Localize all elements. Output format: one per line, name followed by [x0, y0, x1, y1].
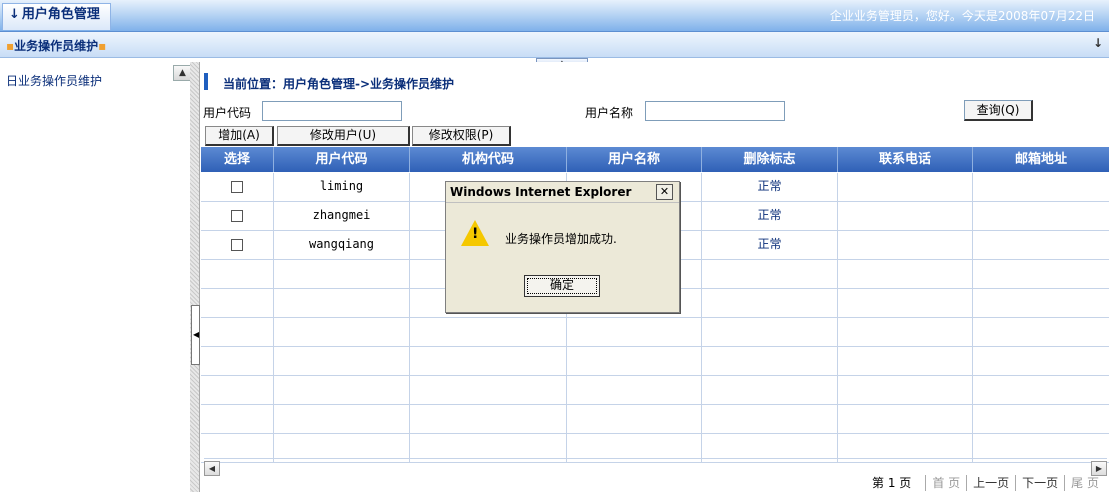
query-button[interactable]: 查询(Q)	[964, 100, 1033, 121]
bullet-icon: ▪	[98, 39, 107, 53]
cell-user-code: zhangmei	[274, 202, 410, 230]
page-indicator: 第 1 页	[872, 476, 912, 490]
column-header-org-code[interactable]: 机构代码	[410, 147, 567, 172]
module-tab-label: 用户角色管理	[21, 7, 100, 22]
table-row-empty	[201, 405, 1109, 434]
down-arrow-icon: ↓	[9, 7, 20, 22]
cell-email	[973, 231, 1109, 259]
sidebar: 日业务操作员维护	[0, 62, 191, 492]
add-button[interactable]: 增加(A)	[205, 126, 274, 146]
location-marker	[204, 73, 208, 90]
filter-bar: 用户代码 用户名称 查询(Q)	[201, 100, 1109, 123]
cell-phone	[838, 202, 973, 230]
greeting-text: 企业业务管理员，您好。今天是2008年07月22日	[829, 9, 1095, 23]
ok-button[interactable]: 确定	[524, 275, 600, 297]
table-row-empty	[201, 347, 1109, 376]
modify-user-button[interactable]: 修改用户(U)	[277, 126, 410, 146]
prev-page-button[interactable]: 上一页	[966, 475, 1015, 491]
modify-permission-button[interactable]: 修改权限(P)	[412, 126, 511, 146]
module-tab[interactable]: ↓ 用户角色管理	[2, 3, 111, 30]
alert-dialog: Windows Internet Explorer ✕ ! 业务操作员增加成功.…	[445, 181, 680, 313]
dialog-titlebar: Windows Internet Explorer ✕	[446, 182, 679, 203]
cell-delete-flag: 正常	[702, 202, 838, 230]
location-text: 当前位置：用户角色管理->业务操作员维护	[223, 77, 455, 91]
top-header-bar: ↓ 用户角色管理 企业业务管理员，您好。今天是2008年07月22日	[0, 0, 1109, 32]
user-code-input[interactable]	[262, 101, 402, 121]
warning-icon: !	[461, 220, 489, 246]
row-checkbox[interactable]	[231, 209, 243, 222]
cell-email	[973, 173, 1109, 201]
row-checkbox[interactable]	[231, 180, 243, 193]
location-bar: 当前位置：用户角色管理->业务操作员维护	[201, 72, 1101, 92]
cell-phone	[838, 173, 973, 201]
collapse-left-icon[interactable]: ◀	[193, 330, 199, 339]
table-row-empty	[201, 318, 1109, 347]
horizontal-scrollbar[interactable]: ◀ ▶	[204, 458, 1107, 476]
column-header-phone[interactable]: 联系电话	[838, 147, 973, 172]
sub-header-bar: ▪业务操作员维护▪ ↓	[0, 32, 1109, 58]
cell-email	[973, 202, 1109, 230]
next-page-button[interactable]: 下一页	[1015, 475, 1064, 491]
table-header: 选择 用户代码 机构代码 用户名称 删除标志 联系电话 邮箱地址	[201, 147, 1109, 172]
sub-breadcrumb-label: 业务操作员维护	[14, 39, 99, 53]
user-name-input[interactable]	[645, 101, 785, 121]
cell-phone	[838, 231, 973, 259]
last-page-button[interactable]: 尾 页	[1064, 475, 1105, 491]
first-page-button[interactable]: 首 页	[925, 475, 966, 491]
sub-breadcrumb: ▪业务操作员维护▪	[6, 37, 106, 54]
cell-user-code: liming	[274, 173, 410, 201]
scroll-left-icon[interactable]: ◀	[204, 461, 220, 476]
collapse-down-icon[interactable]: ↓	[1093, 36, 1103, 50]
cell-user-code: wangqiang	[274, 231, 410, 259]
pagination: 第 1 页首 页上一页 下一页尾 页	[872, 475, 1105, 491]
user-code-label: 用户代码	[203, 106, 252, 120]
cell-delete-flag: 正常	[702, 173, 838, 201]
table-row-empty	[201, 376, 1109, 405]
column-header-user-code[interactable]: 用户代码	[274, 147, 410, 172]
row-checkbox[interactable]	[231, 238, 243, 251]
dialog-title: Windows Internet Explorer	[450, 185, 632, 199]
cell-delete-flag: 正常	[702, 231, 838, 259]
column-header-select[interactable]: 选择	[201, 147, 274, 172]
column-header-delete-flag[interactable]: 删除标志	[702, 147, 838, 172]
scroll-right-icon[interactable]: ▶	[1091, 461, 1107, 476]
column-header-user-name[interactable]: 用户名称	[567, 147, 702, 172]
user-name-label: 用户名称	[585, 106, 634, 120]
dialog-message: 业务操作员增加成功.	[505, 232, 617, 246]
close-icon[interactable]: ✕	[656, 184, 673, 200]
sidebar-item-operator-maintenance[interactable]: 日业务操作员维护	[6, 72, 102, 89]
panel-splitter[interactable]: ◀	[190, 62, 200, 492]
column-header-email[interactable]: 邮箱地址	[973, 147, 1109, 172]
bullet-icon: ▪	[6, 39, 15, 53]
splitter-grip[interactable]: ◀	[191, 305, 200, 365]
